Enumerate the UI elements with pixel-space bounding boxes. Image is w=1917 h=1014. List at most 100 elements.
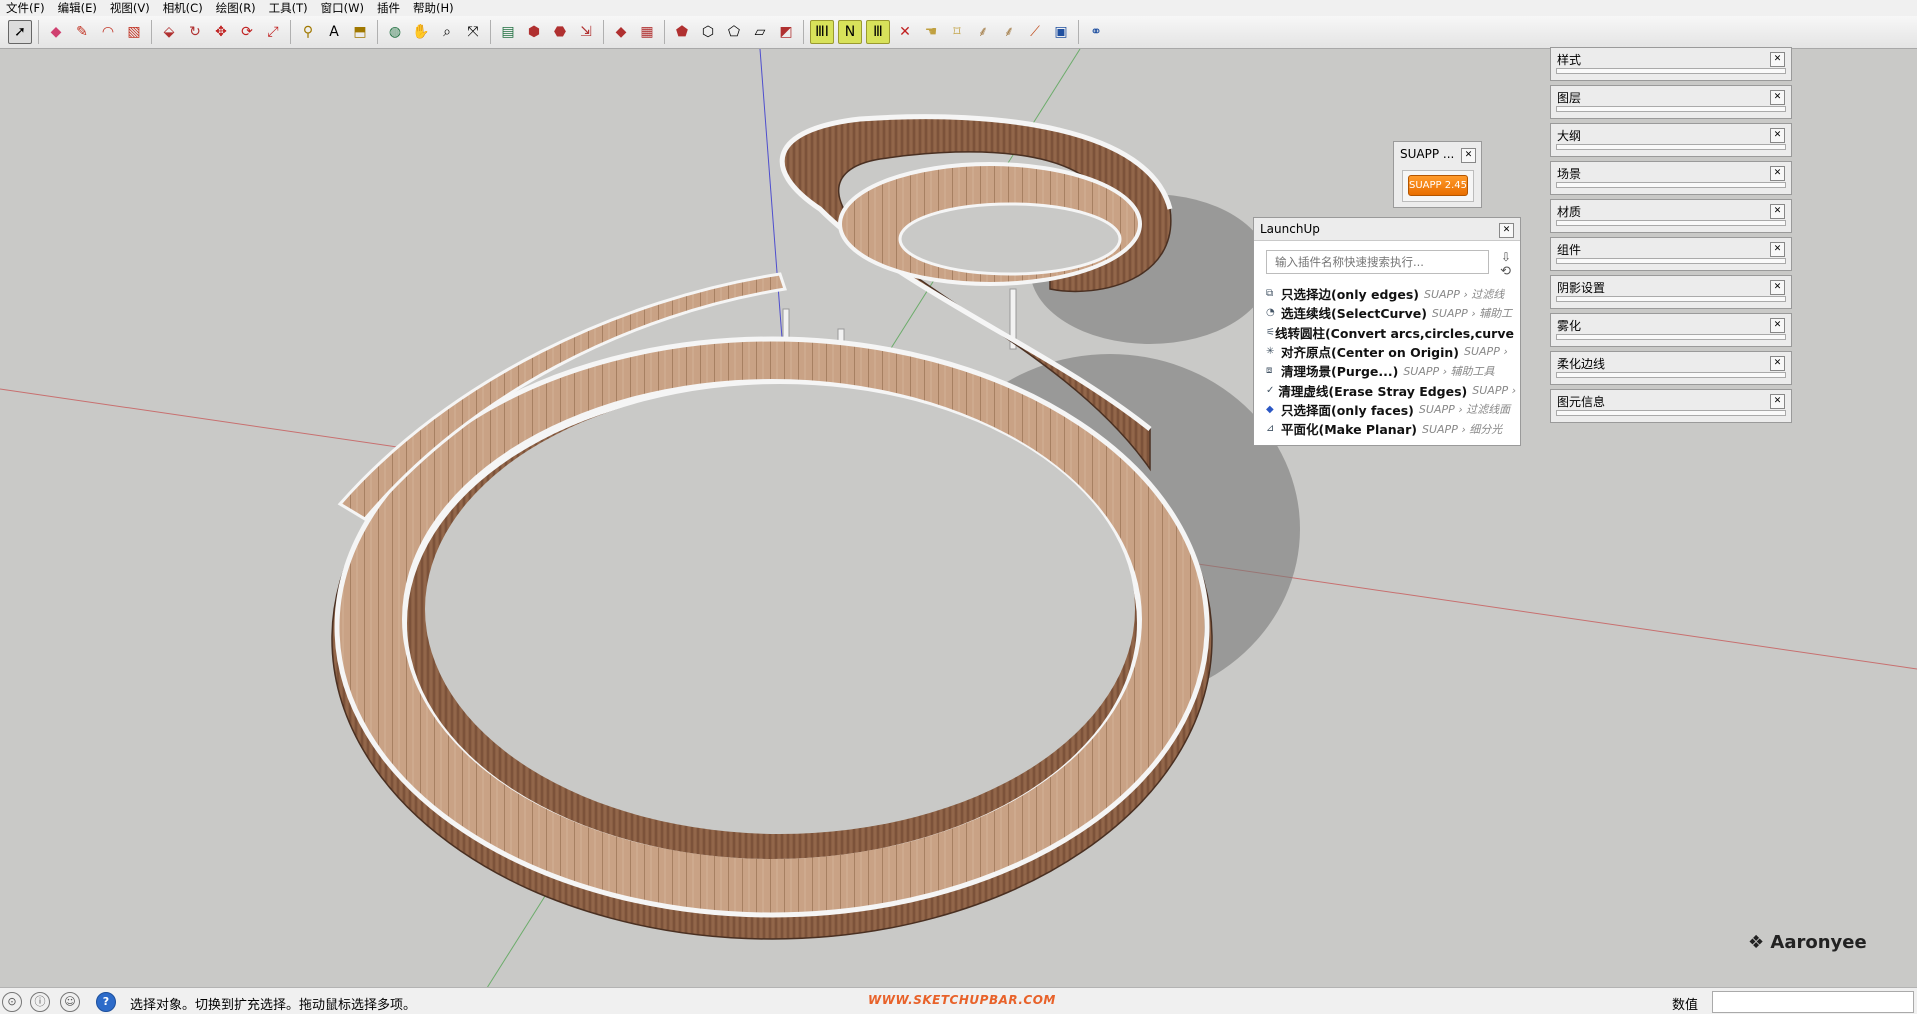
follow-me-icon[interactable]: ↻ (184, 21, 206, 43)
list-item[interactable]: ✳ 对齐原点(Center on Origin) SUAPP › (1266, 342, 1516, 361)
rectangle-tool-icon[interactable]: ▧ (123, 21, 145, 43)
rotate-tool-icon[interactable]: ⟳ (236, 21, 258, 43)
list-item[interactable]: ⊿ 平面化(Make Planar) SUAPP › 细分光 (1266, 419, 1516, 438)
layout-send-icon[interactable]: ⇲ (575, 21, 597, 43)
close-icon[interactable]: ✕ (1461, 148, 1476, 163)
tray-shadows[interactable]: 阴影设置 ✕ (1550, 275, 1792, 309)
close-icon[interactable]: ✕ (1770, 52, 1785, 67)
move-tool-icon[interactable]: ✥ (210, 21, 232, 43)
tray-bar (1556, 144, 1786, 150)
sandbox-contours-icon[interactable]: ⬟ (671, 21, 693, 43)
close-icon[interactable]: ✕ (1770, 90, 1785, 105)
toolbar-separator (1078, 20, 1079, 44)
plugin-hand-icon[interactable]: ☚ (920, 21, 942, 43)
help-icon[interactable]: ? (96, 992, 116, 1012)
pan-tool-icon[interactable]: ✋ (410, 21, 432, 43)
suapp-button[interactable]: SUAPP 2.45 (1408, 175, 1468, 196)
paint-bucket-icon[interactable]: ⬒ (349, 21, 371, 43)
close-icon[interactable]: ✕ (1499, 223, 1514, 238)
close-icon[interactable]: ✕ (1770, 394, 1785, 409)
menu-draw[interactable]: 绘图(R) (210, 0, 263, 16)
menu-tools[interactable]: 工具(T) (263, 0, 315, 16)
list-item[interactable]: ⧉ 只选择边(only edges) SUAPP › 过滤线 (1266, 284, 1516, 303)
close-icon[interactable]: ✕ (1770, 318, 1785, 333)
menu-plugins[interactable]: 插件 (371, 0, 407, 16)
list-item[interactable]: ◆ 只选择面(only faces) SUAPP › 过滤线面 (1266, 400, 1516, 419)
measurements-box[interactable] (1712, 991, 1914, 1013)
origin-icon: ✳ (1266, 346, 1275, 358)
section-plane-icon[interactable]: ◆ (610, 21, 632, 43)
tray-label: 材质 (1557, 205, 1582, 219)
eraser-tool-icon[interactable]: ◆ (45, 21, 67, 43)
user-icon[interactable]: ☺ (60, 992, 80, 1012)
item-name: 只选择面(only faces) (1281, 402, 1414, 418)
sandbox-drape-icon[interactable]: ◩ (775, 21, 797, 43)
tray-soften-edges[interactable]: 柔化边线 ✕ (1550, 351, 1792, 385)
plugin-grid-icon[interactable]: ⅢⅠ (810, 20, 834, 44)
close-icon[interactable]: ✕ (1770, 128, 1785, 143)
zoom-tool-icon[interactable]: ⌕ (436, 21, 458, 43)
sandbox-stamp-icon[interactable]: ▱ (749, 21, 771, 43)
push-pull-icon[interactable]: ⬙ (158, 21, 180, 43)
list-item[interactable]: ⚟ 线转圆柱(Convert arcs,circles,curve (1266, 323, 1516, 342)
menu-help[interactable]: 帮助(H) (407, 0, 461, 16)
plugin-link-icon[interactable]: ⚭ (1085, 21, 1107, 43)
tray-materials[interactable]: 材质 ✕ (1550, 199, 1792, 233)
warehouse-icon[interactable]: ▤ (497, 21, 519, 43)
list-item[interactable]: ✓ 清理虚线(Erase Stray Edges) SUAPP › (1266, 380, 1516, 399)
tape-measure-icon[interactable]: ⚲ (297, 21, 319, 43)
sandbox-scratch-icon[interactable]: ⬡ (697, 21, 719, 43)
tray-entity-info[interactable]: 图元信息 ✕ (1550, 389, 1792, 423)
plugin-tree2-icon[interactable]: ⸙ (998, 21, 1020, 43)
pin-icon[interactable]: ⇩ (1501, 250, 1511, 264)
text-tool-icon[interactable]: A (323, 21, 345, 43)
list-item[interactable]: ⧈ 清理场景(Purge...) SUAPP › 辅助工具 (1266, 361, 1516, 380)
pencil-tool-icon[interactable]: ✎ (71, 21, 93, 43)
menu-view[interactable]: 视图(V) (104, 0, 157, 16)
item-path: SUAPP › 过滤线 (1424, 287, 1505, 301)
tray-outliner[interactable]: 大纲 ✕ (1550, 123, 1792, 157)
plugin-cross-icon[interactable]: ✕ (894, 21, 916, 43)
plugin-tag-icon[interactable]: ⌑ (946, 21, 968, 43)
scale-tool-icon[interactable]: ⤢ (262, 21, 284, 43)
measurements-label: 数值 (1672, 998, 1699, 1013)
close-icon[interactable]: ✕ (1770, 280, 1785, 295)
plugin-box-icon[interactable]: ▣ (1050, 21, 1072, 43)
tray-components[interactable]: 组件 ✕ (1550, 237, 1792, 271)
tray-fog[interactable]: 雾化 ✕ (1550, 313, 1792, 347)
toolbar-separator (290, 20, 291, 44)
tray-layers[interactable]: 图层 ✕ (1550, 85, 1792, 119)
tray-styles[interactable]: 样式 ✕ (1550, 47, 1792, 81)
geo-location-icon[interactable]: ⊙ (2, 992, 22, 1012)
select-tool-icon[interactable]: ➚ (8, 20, 32, 44)
section-display-icon[interactable]: ▦ (636, 21, 658, 43)
close-icon[interactable]: ✕ (1770, 166, 1785, 181)
tray-label: 场景 (1557, 167, 1582, 181)
plugin-bars-icon[interactable]: Ⅲ (866, 20, 890, 44)
suapp-title: SUAPP ... (1400, 147, 1455, 161)
close-icon[interactable]: ✕ (1770, 356, 1785, 371)
extension-warehouse-icon[interactable]: ⬣ (549, 21, 571, 43)
menu-file[interactable]: 文件(F) (0, 0, 52, 16)
orbit-tool-icon[interactable]: ◍ (384, 21, 406, 43)
history-icon[interactable]: ⟲ (1500, 264, 1511, 279)
sandbox-smoove-icon[interactable]: ⬠ (723, 21, 745, 43)
plugin-brush-icon[interactable]: ⟋ (1024, 21, 1046, 43)
components-share-icon[interactable]: ⬢ (523, 21, 545, 43)
plugin-tree-icon[interactable]: ⸙ (972, 21, 994, 43)
plugin-nc-icon[interactable]: N (838, 20, 862, 44)
menu-edit[interactable]: 编辑(E) (52, 0, 104, 16)
item-path: SUAPP › 辅助工 (1431, 306, 1513, 320)
zoom-extents-icon[interactable]: ⤧ (462, 21, 484, 43)
menu-camera[interactable]: 相机(C) (157, 0, 210, 16)
close-icon[interactable]: ✕ (1770, 242, 1785, 257)
launchup-search-input[interactable] (1266, 250, 1489, 274)
ramp-inner-floor (425, 384, 1135, 834)
tray-bar (1556, 372, 1786, 378)
credits-icon[interactable]: ⓘ (30, 992, 50, 1012)
arc-tool-icon[interactable]: ◠ (97, 21, 119, 43)
close-icon[interactable]: ✕ (1770, 204, 1785, 219)
list-item[interactable]: ◔ 选连续线(SelectCurve) SUAPP › 辅助工 (1266, 303, 1516, 322)
tray-scenes[interactable]: 场景 ✕ (1550, 161, 1792, 195)
menu-window[interactable]: 窗口(W) (315, 0, 371, 16)
